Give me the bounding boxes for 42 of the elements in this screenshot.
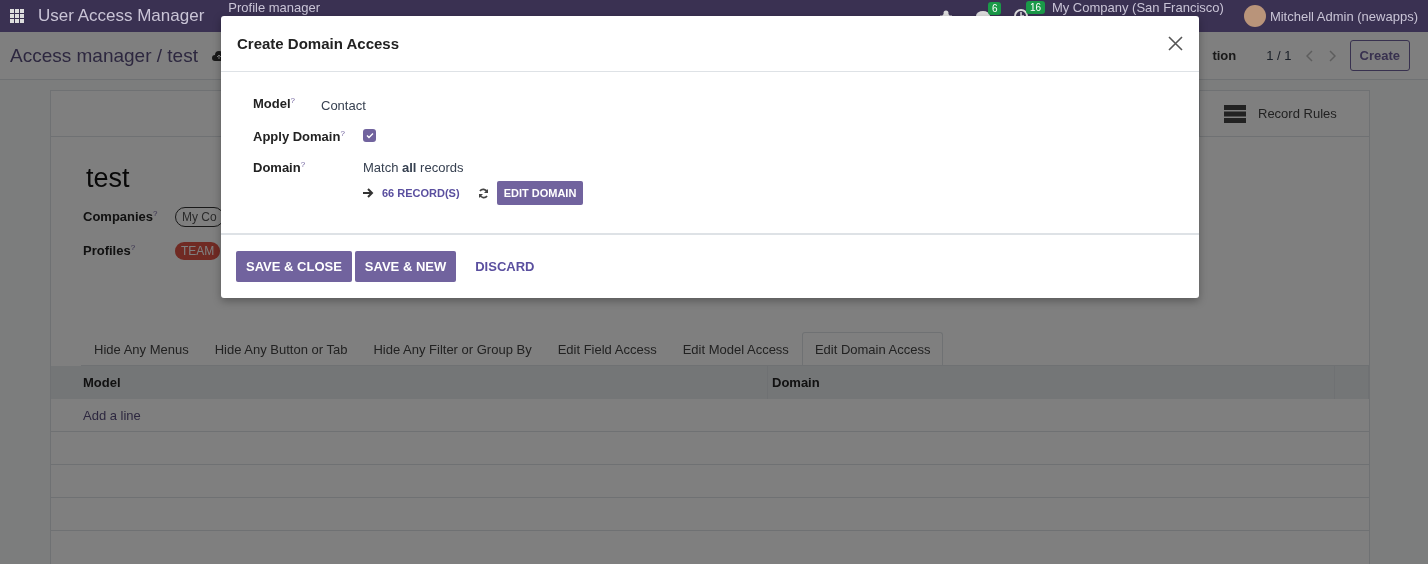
field-label: Companies$^{?}$ <box>83 209 159 225</box>
tab[interactable]: Edit Field Access <box>544 332 670 365</box>
notification-badge: 16 <box>1025 1 1046 14</box>
menu-item[interactable]: Profile manager <box>228 1 321 14</box>
add-line-link[interactable]: Add a line <box>83 407 141 423</box>
discard-button[interactable]: DISCARD <box>465 251 545 283</box>
tag[interactable]: TEAM <box>175 242 221 260</box>
record-title: test <box>86 163 130 194</box>
server-icon <box>1224 104 1246 123</box>
tab[interactable]: Hide Any Filter or Group By <box>360 332 545 365</box>
action-menu[interactable]: tion <box>1212 48 1237 63</box>
app-title[interactable]: User Access Manager <box>38 6 205 26</box>
arrow-right-icon <box>363 188 374 199</box>
tab[interactable]: Edit Domain Access <box>801 332 944 365</box>
user-menu[interactable]: Mitchell Admin (newapps) <box>1269 8 1418 24</box>
dialog-title: Create Domain Access <box>237 35 400 52</box>
save-button[interactable]: SAVE & NEW <box>354 251 457 283</box>
close-icon[interactable] <box>1168 36 1183 51</box>
field-value: Contact <box>321 98 366 113</box>
apps-icon[interactable] <box>10 9 24 23</box>
tab[interactable]: Hide Any Button or Tab <box>201 332 361 365</box>
notification-badge: 6 <box>987 1 1002 15</box>
field-label: Domain$^{?}$ <box>253 160 307 176</box>
checkbox[interactable] <box>363 129 376 142</box>
breadcrumb[interactable]: Access manager / test <box>10 44 198 67</box>
column-header: Domain <box>768 366 1335 399</box>
column-header: Model <box>51 366 768 399</box>
company-switcher[interactable]: My Company (San Francisco) <box>1051 1 1224 14</box>
pager-value[interactable]: 1 / 1 <box>1266 48 1292 63</box>
edit-domain-button[interactable]: EDIT DOMAIN <box>496 181 584 206</box>
create-button[interactable]: Create <box>1349 40 1410 71</box>
domain-summary: Match all records <box>363 160 465 176</box>
field-label: Model$^{?}$ <box>253 96 296 112</box>
user-avatar[interactable] <box>1243 5 1266 27</box>
records-link[interactable]: 66 RECORD(S) <box>382 187 460 200</box>
save-button[interactable]: SAVE & CLOSE <box>236 251 352 283</box>
field-label: Profiles$^{?}$ <box>83 243 137 259</box>
field-label: Apply Domain$^{?}$ <box>253 129 346 145</box>
tab[interactable]: Hide Any Menus <box>81 332 202 365</box>
refresh-icon[interactable] <box>477 187 489 199</box>
checkmark-icon <box>365 132 374 139</box>
tab[interactable]: Edit Model Access <box>669 332 802 365</box>
